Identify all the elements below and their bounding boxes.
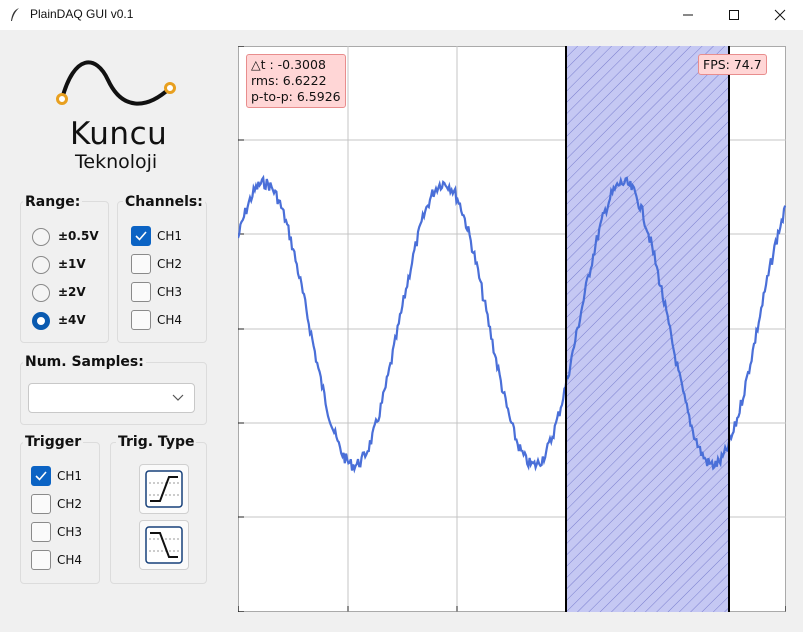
rising-edge-icon <box>145 470 183 508</box>
range-option-label: ±0.5V <box>58 229 99 243</box>
oscilloscope-plot[interactable] <box>238 46 786 612</box>
range-radio-0.5v[interactable] <box>32 228 50 246</box>
trigger-label: Trigger <box>23 434 84 450</box>
trigger-channel-label: CH4 <box>57 553 83 567</box>
falling-edge-button[interactable] <box>139 520 189 570</box>
trigger-ch3-checkbox[interactable] <box>31 522 51 542</box>
minimize-button[interactable] <box>665 0 711 30</box>
range-radio-4v[interactable] <box>32 312 50 330</box>
trigger-ch1-checkbox[interactable] <box>31 466 51 486</box>
range-radio-2v[interactable] <box>32 284 50 302</box>
measurement-readout: △t : -0.3008 rms: 6.6222 p-to-p: 6.5926 <box>246 54 346 108</box>
channel-ch2-checkbox[interactable] <box>131 254 151 274</box>
range-option-label: ±2V <box>58 285 86 299</box>
trigger-ch4-checkbox[interactable] <box>31 550 51 570</box>
trigger-ch2-checkbox[interactable] <box>31 494 51 514</box>
close-button[interactable] <box>757 0 803 30</box>
close-icon <box>774 9 786 21</box>
trigger-channel-label: CH3 <box>57 525 83 539</box>
falling-edge-icon <box>145 526 183 564</box>
channel-ch4-checkbox[interactable] <box>131 310 151 330</box>
selection-hatch <box>566 46 729 612</box>
maximize-button[interactable] <box>711 0 757 30</box>
channel-ch1-checkbox[interactable] <box>131 226 151 246</box>
channel-label: CH3 <box>157 285 183 299</box>
range-option-label: ±1V <box>58 257 86 271</box>
checkmark-icon <box>35 471 47 481</box>
channel-label: CH1 <box>157 229 183 243</box>
channel-label: CH2 <box>157 257 183 271</box>
maximize-icon <box>729 10 739 20</box>
ptp-value: p-to-p: 6.5926 <box>251 89 341 104</box>
range-radio-1v[interactable] <box>32 256 50 274</box>
chevron-down-icon <box>172 394 184 401</box>
minimize-icon <box>683 14 693 16</box>
range-label: Range: <box>23 194 83 210</box>
trigger-channel-label: CH2 <box>57 497 83 511</box>
brand-name: Kuncu <box>70 116 168 152</box>
trigger-channel-label: CH1 <box>57 469 83 483</box>
rms-value: rms: 6.6222 <box>251 73 327 88</box>
channels-label: Channels: <box>123 194 205 210</box>
num-samples-dropdown[interactable] <box>28 383 195 413</box>
delta-t-value: △t : -0.3008 <box>251 57 326 72</box>
fps-badge: FPS: 74.7 <box>698 54 767 75</box>
num-samples-label: Num. Samples: <box>23 354 146 370</box>
trig-type-label: Trig. Type <box>116 434 197 450</box>
brand-subtitle: Teknoloji <box>75 151 158 173</box>
window-title: PlainDAQ GUI v0.1 <box>30 7 134 21</box>
channel-ch3-checkbox[interactable] <box>131 282 151 302</box>
feather-icon <box>11 8 19 21</box>
checkmark-icon <box>135 231 147 241</box>
channel-label: CH4 <box>157 313 183 327</box>
range-option-label: ±4V <box>58 313 86 327</box>
title-bar: PlainDAQ GUI v0.1 <box>0 0 803 30</box>
rising-edge-button[interactable] <box>139 464 189 514</box>
